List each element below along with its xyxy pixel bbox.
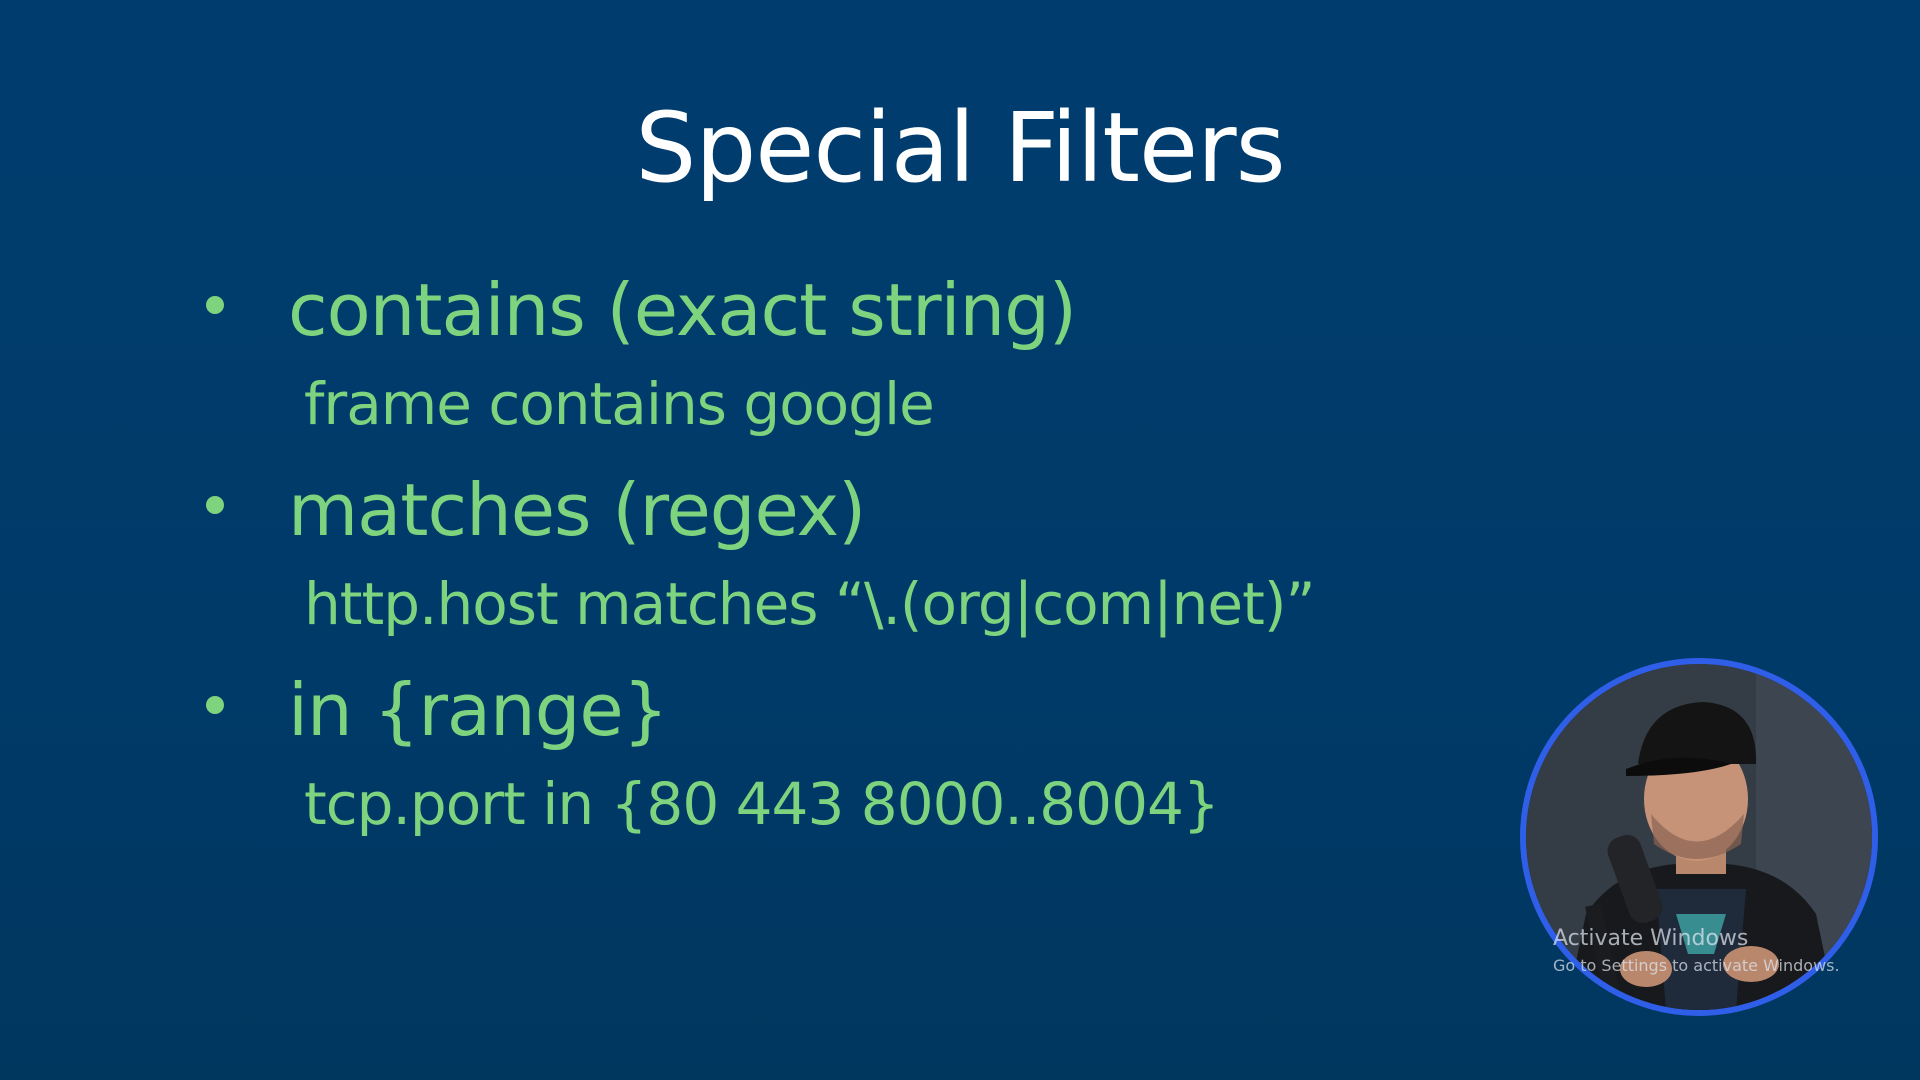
bullet-list: contains (exact string) frame contains g…: [196, 262, 1496, 862]
watermark-subtitle: Go to Settings to activate Windows.: [1553, 956, 1840, 975]
bullet-item-matches: matches (regex) http.host matches “\.(or…: [196, 462, 1496, 650]
activate-windows-watermark: Activate Windows Go to Settings to activ…: [1553, 924, 1840, 978]
bullet-example: frame contains google: [304, 370, 935, 438]
bullet-example: http.host matches “\.(org|com|net)”: [304, 570, 1316, 638]
bullet-dot-icon: [206, 496, 224, 514]
slide-title: Special Filters: [635, 92, 1285, 204]
bullet-item-contains: contains (exact string) frame contains g…: [196, 262, 1496, 450]
bullet-item-in-range: in {range} tcp.port in {80 443 8000..800…: [196, 662, 1496, 850]
bullet-heading: contains (exact string): [288, 268, 1077, 352]
bullet-dot-icon: [206, 696, 224, 714]
presentation-slide: Special Filters contains (exact string) …: [0, 0, 1920, 1080]
watermark-title: Activate Windows: [1553, 926, 1749, 951]
bullet-heading: in {range}: [288, 668, 669, 752]
bullet-dot-icon: [206, 296, 224, 314]
bullet-example: tcp.port in {80 443 8000..8004}: [304, 770, 1220, 838]
bullet-heading: matches (regex): [288, 468, 866, 552]
